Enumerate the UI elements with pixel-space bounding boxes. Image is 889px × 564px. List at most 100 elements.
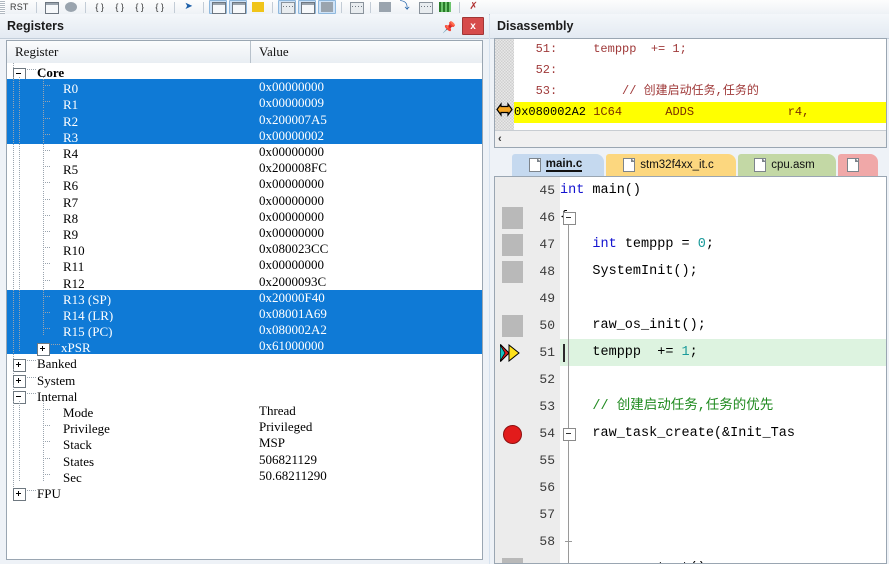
step-icon: { } bbox=[95, 2, 104, 12]
disassembly-horizontal-scrollbar[interactable]: ‹ bbox=[495, 130, 886, 147]
editor-tab[interactable]: main.c bbox=[512, 154, 604, 176]
code-fold-toggle[interactable] bbox=[563, 428, 576, 441]
code-token: int bbox=[592, 237, 625, 252]
serial-window-button[interactable] bbox=[376, 0, 394, 14]
code-token: int bbox=[560, 183, 593, 198]
disassembly-source-line[interactable]: 52: bbox=[514, 60, 886, 81]
editor-code-line[interactable]: raw_task_create(&Init_Tas bbox=[560, 420, 886, 447]
editor-tab[interactable]: stm32f4xx_it.c bbox=[606, 154, 736, 176]
debug-toolbar: RST { } { } { } { } ➤ ⤵ ✗ bbox=[0, 0, 889, 15]
disassembly-source-line[interactable]: 51: temppp += 1; bbox=[514, 39, 886, 60]
toolbar-rst-label: RST bbox=[10, 2, 29, 12]
editor-marker-margin[interactable] bbox=[495, 177, 530, 563]
editor-code-line[interactable] bbox=[560, 474, 886, 501]
editor-line-number: 53 bbox=[539, 399, 555, 414]
register-value: 0x08001A69 bbox=[259, 305, 327, 321]
editor-code-line[interactable] bbox=[560, 366, 886, 393]
editor-code-line[interactable]: temppp += 1; bbox=[560, 339, 886, 366]
editor-code-line[interactable] bbox=[560, 528, 886, 555]
command-window-button[interactable] bbox=[208, 0, 227, 14]
instruction-mnemonic: ADDS bbox=[665, 105, 695, 119]
editor-tab-label: main.c bbox=[545, 158, 583, 172]
registers-tree-container: Register Value Core R0 0x00000000 R1 0x00000… bbox=[6, 40, 483, 560]
symbols-window-button[interactable] bbox=[249, 0, 267, 14]
editor-code-line[interactable]: raw_os_init(); bbox=[560, 312, 886, 339]
code-token: ; bbox=[705, 237, 714, 252]
editor-code-line[interactable] bbox=[560, 285, 886, 312]
stop-button[interactable] bbox=[62, 0, 80, 14]
system-viewer-icon bbox=[438, 2, 451, 12]
editor-tab[interactable] bbox=[838, 154, 878, 176]
register-value: 0x00000002 bbox=[259, 127, 324, 143]
column-header-register[interactable]: Register bbox=[7, 41, 251, 63]
executable-code-marker bbox=[502, 261, 523, 283]
editor-line-number: 51 bbox=[539, 345, 555, 360]
step-over-icon: { } bbox=[115, 2, 124, 12]
editor-code-line[interactable] bbox=[560, 501, 886, 528]
editor-code-line[interactable]: { bbox=[560, 204, 886, 231]
call-stack-window-button[interactable] bbox=[297, 0, 316, 14]
editor-code-line[interactable]: // 创建启动任务,任务的优先 bbox=[560, 393, 886, 420]
step-out-button[interactable]: { } bbox=[131, 0, 149, 14]
editor-code-line[interactable] bbox=[560, 447, 886, 474]
current-statement-arrow-icon bbox=[500, 344, 520, 362]
disassembly-source-line[interactable]: 53: // 创建启动任务,任务的 bbox=[514, 81, 886, 102]
editor-line-number: 46 bbox=[539, 210, 555, 225]
run-to-line-button[interactable]: { } bbox=[151, 0, 169, 14]
breakpoint-icon[interactable] bbox=[503, 425, 522, 444]
code-editor[interactable]: 45464748495051525354555657585960616263 i… bbox=[494, 176, 887, 564]
instruction-address: 0x080002A2 bbox=[514, 105, 587, 119]
disassembly-line-list: 51: temppp += 1; 52: 53: // 创建启动任务,任务的 0x… bbox=[514, 39, 886, 130]
watch-window-button[interactable] bbox=[317, 0, 336, 14]
editor-code-line[interactable]: raw_os_start(); bbox=[560, 555, 886, 563]
tree-expand-icon[interactable] bbox=[13, 488, 26, 502]
registers-window-button[interactable] bbox=[277, 0, 296, 14]
trace-window-button[interactable] bbox=[416, 0, 434, 14]
text-caret bbox=[563, 344, 565, 362]
editor-code-line[interactable]: int main() bbox=[560, 177, 886, 204]
auto-hide-pin-icon[interactable] bbox=[442, 18, 458, 34]
register-value: MSP bbox=[259, 435, 286, 451]
toolbar-separator-6 bbox=[340, 1, 342, 13]
step-over-button[interactable]: { } bbox=[111, 0, 129, 14]
register-value: 0x61000000 bbox=[259, 338, 324, 354]
register-row[interactable]: FPU bbox=[7, 481, 482, 502]
reset-button[interactable] bbox=[42, 0, 60, 14]
code-fold-toggle[interactable] bbox=[563, 212, 576, 225]
disassembly-window-button[interactable] bbox=[228, 0, 247, 14]
show-next-statement-button[interactable]: ➤ bbox=[180, 0, 198, 14]
editor-tabs: main.c stm32f4xx_it.c cpu.asm bbox=[490, 154, 889, 176]
editor-line-number: 49 bbox=[539, 291, 555, 306]
analysis-window-button[interactable]: ⤵ bbox=[396, 0, 414, 14]
column-header-value[interactable]: Value bbox=[251, 41, 482, 63]
register-value: 0x00000000 bbox=[259, 208, 324, 224]
editor-code-area[interactable]: int main(){ int temppp = 0; SystemInit()… bbox=[560, 177, 886, 563]
disassembly-body[interactable]: 51: temppp += 1; 52: 53: // 创建启动任务,任务的 0x… bbox=[494, 38, 887, 148]
scroll-left-arrow-icon[interactable]: ‹ bbox=[498, 131, 502, 147]
editor-line-number-gutter: 45464748495051525354555657585960616263 bbox=[530, 177, 560, 563]
code-token: // 创建启动任务,任务的优先 bbox=[560, 399, 774, 414]
editor-line-number: 54 bbox=[539, 426, 555, 441]
toolbox-button[interactable]: ✗ bbox=[465, 0, 483, 14]
disassembly-instruction-line[interactable]: 0x080002A2 1C64 ADDS r4, bbox=[514, 102, 886, 123]
editor-code-line[interactable]: SystemInit(); bbox=[560, 258, 886, 285]
memory-window-button[interactable] bbox=[347, 0, 365, 14]
step-out-icon: { } bbox=[135, 2, 144, 12]
symbols-icon bbox=[251, 2, 264, 12]
window-icon bbox=[211, 2, 226, 14]
close-registers-button[interactable]: x bbox=[462, 17, 484, 35]
register-value: 0x200007A5 bbox=[259, 111, 327, 127]
toolbar-grip[interactable] bbox=[0, 0, 5, 14]
call-stack-icon bbox=[300, 2, 315, 14]
toolbar-separator-4 bbox=[202, 1, 204, 13]
editor-tab[interactable]: cpu.asm bbox=[738, 154, 836, 176]
register-value: 0x00000000 bbox=[259, 79, 324, 95]
step-button[interactable]: { } bbox=[91, 0, 109, 14]
code-token: raw_os_init(); bbox=[560, 318, 706, 333]
code-token: ; bbox=[689, 345, 698, 360]
reset-icon bbox=[44, 2, 59, 14]
register-row-name: FPU bbox=[7, 481, 251, 502]
system-viewer-button[interactable] bbox=[436, 0, 454, 14]
program-counter-marker-icon bbox=[496, 102, 513, 117]
editor-code-line[interactable]: int temppp = 0; bbox=[560, 231, 886, 258]
